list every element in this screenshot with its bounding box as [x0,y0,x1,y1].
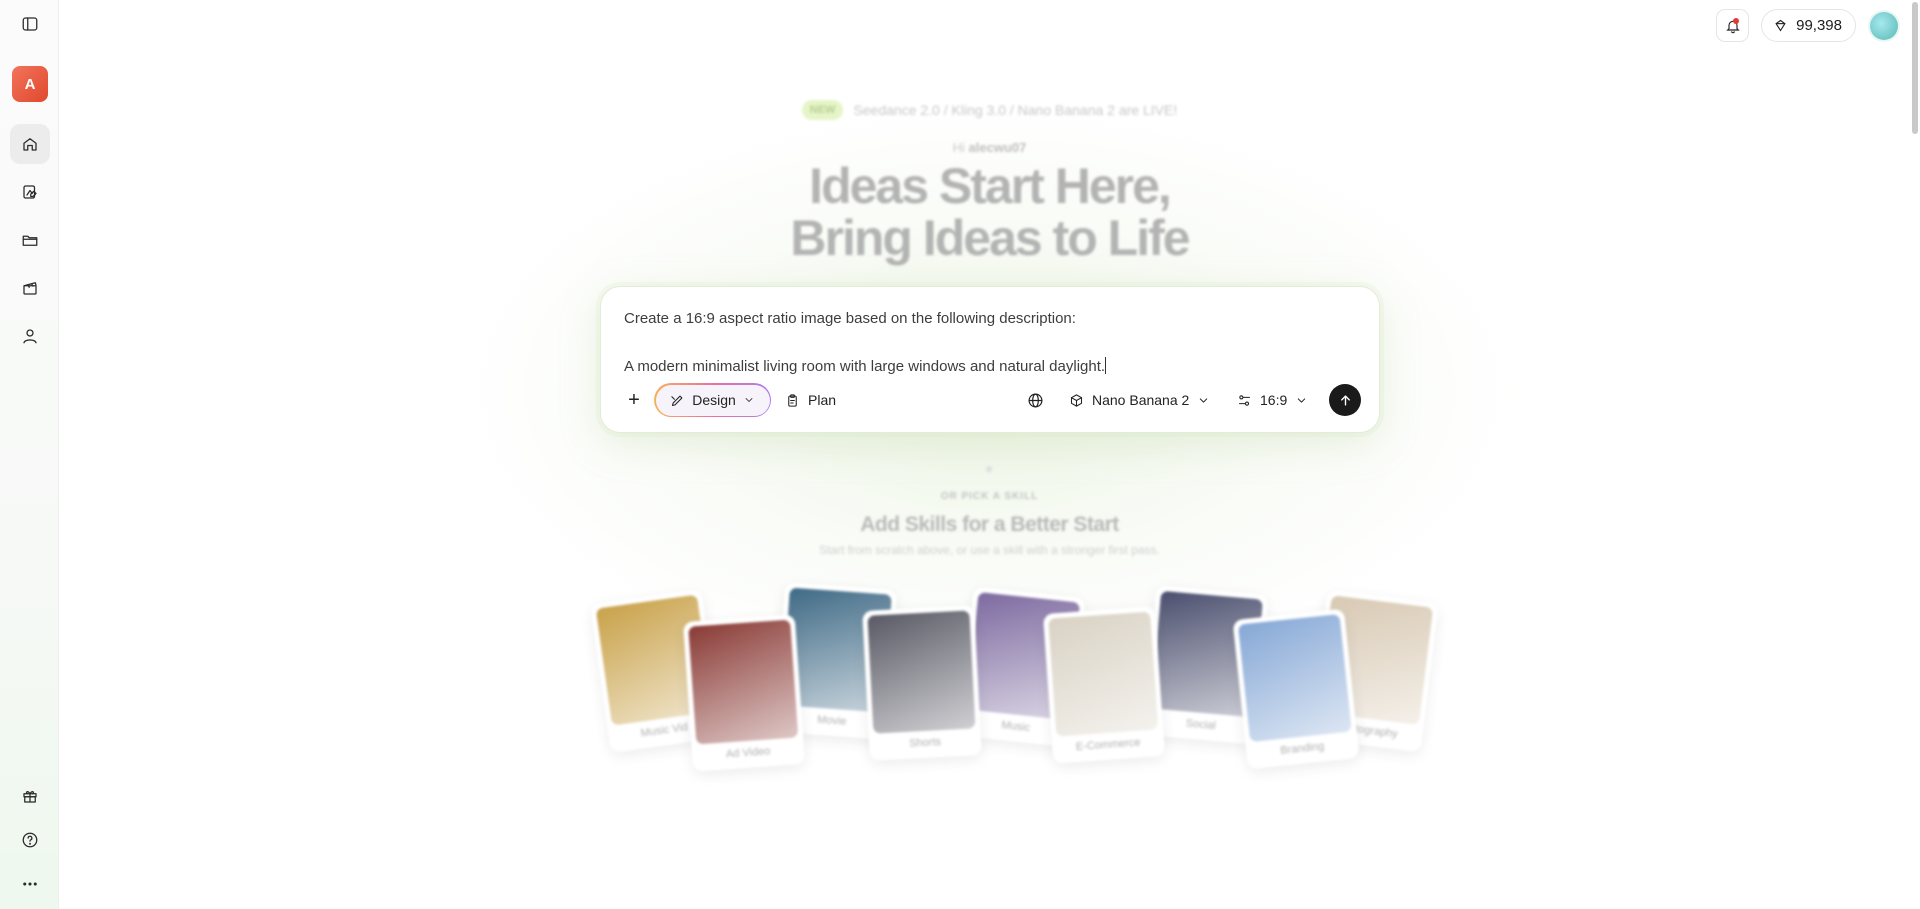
user-avatar[interactable] [1870,12,1898,40]
sidebar-item-more[interactable] [10,864,50,904]
skill-label: E-Commerce [1075,736,1141,754]
skills-subtitle: Start from scratch above, or use a skill… [819,543,1160,557]
settings-sliders-icon [1238,394,1251,406]
skills-eyebrow: OR PICK A SKILL [940,491,1039,502]
image-edit-icon [23,185,37,199]
title-line-2: Bring Ideas to Life [790,210,1190,266]
credits-badge[interactable]: 99,398 [1761,9,1856,42]
top-bar: 99,398 [59,0,1920,52]
prompt-input[interactable]: Create a 16:9 aspect ratio image based o… [624,307,1355,379]
clipboard-icon [788,393,797,407]
credits-count: 99,398 [1796,17,1842,34]
notification-dot [1733,18,1739,24]
title-line-1: Ideas Start Here, [809,158,1172,214]
folder-icon [22,235,38,246]
sidebar-item-profile[interactable] [10,316,50,356]
plus-icon: + [628,388,640,411]
username: alecwu07 [968,140,1027,155]
text-caret [1105,357,1107,374]
model-selector[interactable]: Nano Banana 2 [1069,383,1210,417]
pen-tool-icon [671,395,683,406]
skill-thumbnail [867,610,976,734]
mode-selector[interactable]: Design [654,383,771,417]
web-search-toggle[interactable] [1027,383,1044,417]
gift-icon [23,791,37,803]
prompt-toolbar: + Design Plan Nano Banana 2 16:9 [615,383,1365,417]
skills-title: Add Skills for a Better Start [860,513,1119,536]
sidebar-item-videos[interactable] [10,268,50,308]
mode-label: Design [692,392,736,408]
chevron-down-icon [1298,397,1306,403]
skill-thumbnail [1048,611,1159,737]
divider-dot [986,466,992,472]
page-title: Ideas Start Here, Bring Ideas to Life [59,160,1920,264]
arrow-up-icon [1340,394,1350,406]
clapperboard-icon [23,282,37,295]
workspace-avatar[interactable]: A [12,66,48,102]
skill-label: Ad Video [725,745,771,761]
announcement-text: Seedance 2.0 / Kling 3.0 / Nano Banana 2… [853,102,1178,118]
sidebar-item-projects[interactable] [10,220,50,260]
announcement-banner[interactable]: NEW Seedance 2.0 / Kling 3.0 / Nano Bana… [59,100,1920,120]
plan-label: Plan [808,392,837,408]
chevron-down-icon [1200,397,1208,403]
user-icon [23,329,37,344]
plan-button[interactable]: Plan [785,383,836,417]
add-attachment-button[interactable]: + [619,385,649,415]
sidebar-toggle-icon [22,17,38,31]
prompt-line-1: Create a 16:9 aspect ratio image based o… [624,310,1076,327]
skill-label: Social [1185,717,1217,733]
ratio-label: 16:9 [1260,392,1288,408]
sidebar-item-gift[interactable] [10,776,50,816]
send-button[interactable] [1329,384,1361,416]
notifications-button[interactable] [1716,9,1749,42]
sidebar-item-help[interactable] [10,820,50,860]
credits-icon [1775,19,1786,32]
greeting-prefix: Hi [952,140,965,155]
more-horizontal-icon [23,882,37,886]
greeting: Hi alecwu07 [59,140,1920,155]
prompt-card: Create a 16:9 aspect ratio image based o… [600,286,1380,433]
skill-tile[interactable]: Branding [1232,608,1360,770]
sidebar-item-assets[interactable] [10,172,50,212]
chevron-down-icon [745,398,753,402]
skill-thumbnail [688,619,799,745]
aspect-ratio-selector[interactable]: 16:9 [1237,383,1308,417]
skill-label: Shorts [908,736,942,750]
sidebar-item-home[interactable] [10,124,50,164]
prompt-line-2: A modern minimalist living room with lar… [624,358,1106,375]
model-label: Nano Banana 2 [1092,392,1190,408]
skill-tile[interactable]: Ad Video [682,614,806,772]
new-badge: NEW [801,100,844,120]
sidebar-toggle-button[interactable] [10,4,50,44]
globe-icon [1028,393,1043,407]
cube-icon [1070,393,1083,407]
skill-thumbnail [1237,614,1352,743]
skill-tile[interactable]: Shorts [862,605,982,761]
help-circle-icon [22,832,38,848]
skill-label: Branding [1279,740,1325,757]
home-icon [23,138,37,151]
skill-tile[interactable]: E-Commerce [1042,606,1166,764]
sidebar: A [0,0,59,909]
